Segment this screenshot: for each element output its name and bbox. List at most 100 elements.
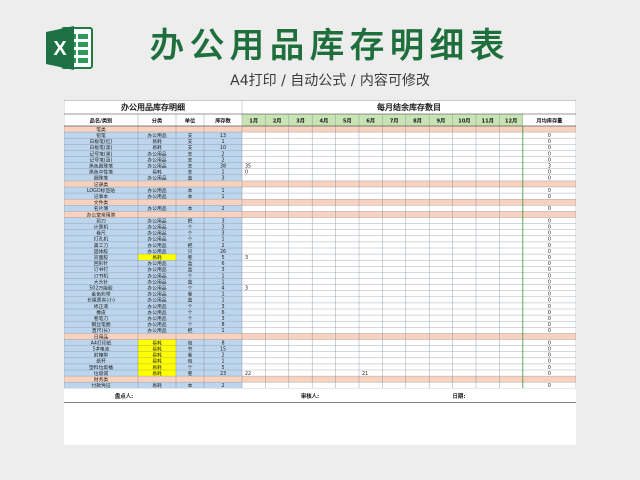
item-unit: 本: [188, 193, 193, 200]
unit-qty-cell: [176, 284, 242, 291]
item-name: 记号笔(蓝): [90, 156, 113, 163]
item-category: 办公用品: [147, 242, 166, 249]
section-row: [64, 199, 242, 206]
item-unit: 卷: [188, 352, 193, 359]
unit-qty-cell: [176, 187, 242, 194]
section-label: 记录类: [94, 181, 109, 188]
footer-reviewer: 审核人:: [301, 392, 319, 400]
item-unit: 本: [188, 382, 193, 389]
month-header: 2月: [273, 117, 282, 125]
item-unit: 支: [188, 169, 193, 176]
unit-qty-cell: [176, 193, 242, 200]
item-name: 垃圾袋: [94, 370, 109, 377]
column-header: 分类: [152, 117, 163, 125]
month-header: 9月: [436, 117, 445, 125]
unit-qty-cell: [176, 290, 242, 297]
unit-qty-cell: [176, 138, 242, 145]
unit-qty-cell: [176, 223, 242, 230]
item-name: 直尺(长): [92, 327, 110, 334]
item-category: 办公用品: [147, 193, 166, 200]
unit-qty-cell: [176, 272, 242, 279]
left-title: 办公用品库存明细: [121, 102, 185, 112]
unit-qty-cell: [176, 205, 242, 212]
item-category: 办公用品: [147, 205, 166, 212]
column-header: 库存数: [215, 117, 231, 125]
item-category: 办公用品: [147, 272, 166, 279]
section-row: [64, 126, 242, 133]
unit-qty-cell: [176, 345, 242, 352]
unit-qty-cell: [176, 217, 242, 224]
unit-qty-cell: [176, 370, 242, 377]
unit-qty-cell: [176, 309, 242, 316]
item-name: 订书机: [94, 272, 109, 279]
inventory-table: 办公用品库存明细 每月结余库存数目品名/类别 分类 单位 库存数 1月 2月 3月 4月 5月 6月…: [64, 100, 576, 403]
column-header: 单位: [185, 117, 196, 125]
item-category: 办公用品: [147, 321, 166, 328]
item-name: 大头针: [94, 278, 109, 285]
section-row-fill: [242, 333, 576, 340]
section-label: 财务类: [94, 376, 109, 383]
item-name: 计算机: [94, 224, 109, 231]
item-unit: 支: [188, 144, 193, 151]
item-name: 订书钉: [94, 266, 109, 273]
item-name: 502万能胶: [89, 285, 113, 292]
item-name: 黑色圆珠笔: [89, 163, 113, 170]
item-category: 办公用品: [147, 156, 166, 163]
unit-qty-cell: [176, 278, 242, 285]
section-row: [64, 376, 242, 383]
item-category: 办公用品: [147, 278, 166, 285]
unit-qty-cell: [176, 363, 242, 370]
unit-qty-cell: [176, 254, 242, 261]
item-category: 办公用品: [147, 230, 166, 237]
item-unit: 包: [188, 358, 193, 365]
avg-header: 月均库存量: [535, 117, 563, 125]
item-name: 橡皮: [96, 309, 106, 316]
item-unit: 支: [188, 132, 193, 139]
item-unit: 盒: [188, 175, 193, 182]
item-name: 美工刀: [94, 242, 109, 249]
item-name: 白板笔(黑): [90, 144, 113, 151]
unit-qty-cell: [176, 266, 242, 273]
month-header: 1月: [249, 117, 258, 125]
item-unit: 本: [188, 187, 193, 194]
month-header: 11月: [481, 117, 493, 125]
item-name: 打孔机: [94, 236, 109, 243]
item-unit: 盒: [188, 297, 193, 304]
item-unit: 卷: [188, 370, 193, 377]
unit-qty-cell: [176, 229, 242, 236]
item-name: A4打印纸: [91, 339, 112, 346]
item-unit: 盒: [188, 278, 193, 285]
page-subtitle: A4打印 / 自动公式 / 内容可修改: [230, 73, 430, 89]
month-header: 8月: [413, 117, 422, 125]
unit-qty-cell: [176, 339, 242, 346]
unit-qty-cell: [176, 150, 242, 157]
footer-counter: 盘点人:: [115, 392, 133, 400]
month-header: 5月: [343, 117, 352, 125]
month-header: 12月: [505, 117, 517, 125]
item-name: 5#电池: [93, 346, 110, 353]
unit-qty-cell: [176, 302, 242, 309]
item-category: 办公用品: [147, 224, 166, 231]
item-name: 固体胶: [94, 248, 109, 255]
item-unit: 盒: [188, 260, 193, 267]
inventory-sheet: 办公用品库存明细 每月结余库存数目 品名/类别 分类 单位 库存数 1月 2月 3月 4月 5月 6月…: [64, 100, 576, 445]
section-row-fill: [242, 211, 576, 218]
item-category: 办公用品: [147, 248, 166, 255]
unit-qty-cell: [176, 132, 242, 139]
item-unit: 支: [188, 156, 193, 163]
unit-qty-cell: [176, 327, 242, 334]
item-category: 办公用品: [147, 315, 166, 322]
item-category: 办公用品: [147, 291, 166, 298]
unit-qty-cell: [176, 357, 242, 364]
section-label: 笔类: [96, 126, 106, 133]
header: X 办公用品库存明细表 A4打印 / 自动公式 / 内容可修改: [0, 0, 640, 96]
unit-qty-cell: [176, 248, 242, 255]
month-header: 3月: [296, 117, 305, 125]
unit-qty-cell: [176, 168, 242, 175]
page-title: 办公用品库存明细表: [150, 26, 510, 66]
month-header: 4月: [319, 117, 328, 125]
item-unit: 包: [188, 339, 193, 346]
item-name: 修正液: [94, 303, 109, 310]
item-name: 双面胶: [94, 254, 109, 261]
item-category: 办公用品: [147, 260, 166, 267]
